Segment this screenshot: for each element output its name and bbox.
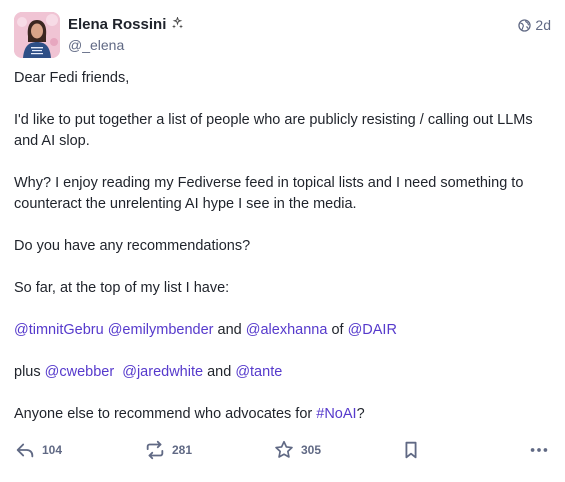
- display-name[interactable]: Elena Rossini: [68, 16, 166, 33]
- mention-link[interactable]: @DAIR: [348, 322, 397, 338]
- bookmark-icon: [400, 439, 422, 461]
- paragraph-greeting: Dear Fedi friends,: [14, 70, 130, 86]
- mention-link[interactable]: @tante: [235, 364, 282, 380]
- text-span: ?: [356, 406, 365, 422]
- action-bar: 104 281 305: [14, 439, 551, 463]
- text-span: and: [207, 364, 232, 380]
- more-button[interactable]: [528, 439, 550, 461]
- paragraph-list-intro: So far, at the top of my list I have:: [14, 280, 230, 296]
- paragraph-intent: I'd like to put together a list of peopl…: [14, 112, 533, 149]
- mention-link[interactable]: @cwebber: [45, 364, 115, 380]
- favourite-count: 305: [301, 443, 322, 457]
- mention-link[interactable]: @alexhanna: [246, 322, 328, 338]
- mention-link[interactable]: @emilymbender: [108, 322, 214, 338]
- reply-count: 104: [42, 443, 63, 457]
- status-post: Elena Rossini @_elena 2d Dear Fedi frien…: [0, 0, 565, 482]
- text-span: of: [331, 322, 344, 338]
- hashtag-link[interactable]: #NoAI: [316, 406, 356, 422]
- globe-icon: [518, 18, 532, 32]
- author-name-row[interactable]: Elena Rossini: [68, 16, 184, 33]
- text-span: plus: [14, 364, 41, 380]
- account-handle[interactable]: @_elena: [68, 37, 124, 53]
- avatar[interactable]: [14, 12, 60, 58]
- sparkles-icon: [171, 16, 184, 32]
- paragraph-question: Do you have any recommendations?: [14, 238, 251, 254]
- text-span: Anyone else to recommend who advocates f…: [14, 406, 313, 422]
- more-options-icon: [528, 439, 550, 461]
- paragraph-reason: Why? I enjoy reading my Fediverse feed i…: [14, 175, 524, 212]
- boost-button[interactable]: 281: [144, 439, 192, 461]
- mention-link[interactable]: @timnitGebru: [14, 322, 104, 338]
- reply-button[interactable]: 104: [14, 439, 62, 461]
- paragraph-closing: Anyone else to recommend who advocates f…: [14, 404, 544, 425]
- text-span: and: [217, 322, 242, 338]
- boost-count: 281: [172, 443, 193, 457]
- post-time[interactable]: 2d: [535, 17, 551, 33]
- mention-link[interactable]: @jaredwhite: [122, 364, 203, 380]
- paragraph-mentions-2: plus @cwebber @jaredwhite and @tante: [14, 362, 544, 383]
- reply-icon: [14, 439, 36, 461]
- favourite-button[interactable]: 305: [273, 439, 321, 461]
- post-meta[interactable]: 2d: [518, 17, 551, 33]
- paragraph-mentions-1: @timnitGebru @emilymbender and @alexhann…: [14, 320, 544, 341]
- post-content: Dear Fedi friends, I'd like to put toget…: [14, 68, 544, 425]
- star-icon: [273, 439, 295, 461]
- boost-icon: [144, 439, 166, 461]
- bookmark-button[interactable]: [400, 439, 422, 461]
